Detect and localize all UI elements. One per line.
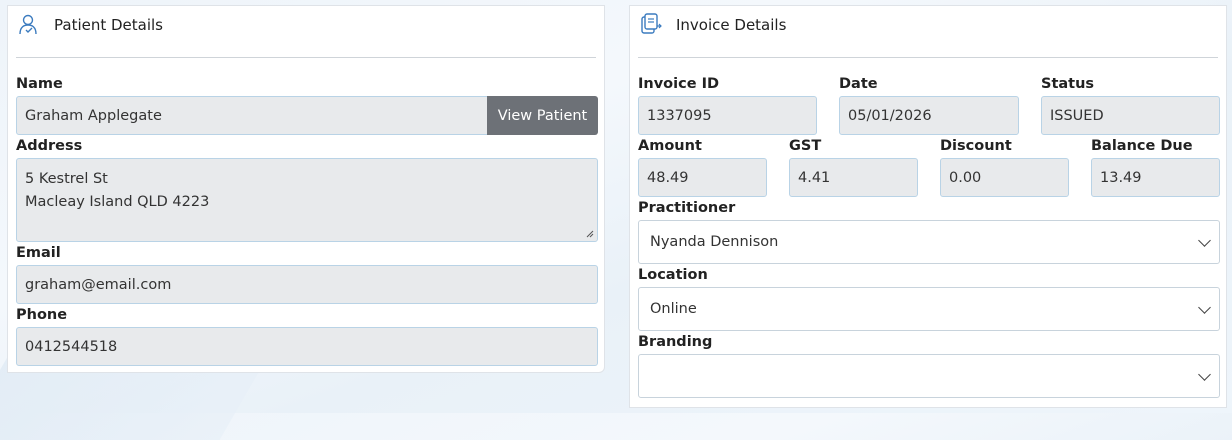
address-label: Address xyxy=(16,138,83,154)
chevron-down-icon xyxy=(1198,301,1211,314)
balance-due-field[interactable]: 13.49 xyxy=(1091,158,1220,197)
patient-details-panel: Patient Details Name Graham Applegate Vi… xyxy=(7,5,605,373)
divider xyxy=(638,57,1218,58)
email-label: Email xyxy=(16,245,61,261)
user-icon xyxy=(19,14,37,35)
resize-handle-icon[interactable] xyxy=(586,230,594,238)
patient-panel-title: Patient Details xyxy=(54,16,163,34)
practitioner-value: Nyanda Dennison xyxy=(650,234,779,250)
amount-field[interactable]: 48.49 xyxy=(638,158,767,197)
practitioner-select[interactable]: Nyanda Dennison xyxy=(638,220,1220,264)
balance-due-label: Balance Due xyxy=(1091,138,1193,154)
date-field[interactable]: 05/01/2026 xyxy=(839,96,1019,135)
address-line-1: 5 Kestrel St xyxy=(25,171,108,187)
location-label: Location xyxy=(638,267,708,283)
invoice-id-label: Invoice ID xyxy=(638,76,720,92)
practitioner-label: Practitioner xyxy=(638,200,736,216)
branding-label: Branding xyxy=(638,334,713,350)
gst-field[interactable]: 4.41 xyxy=(789,158,918,197)
gst-label: GST xyxy=(789,138,822,154)
discount-label: Discount xyxy=(940,138,1012,154)
patient-panel-header: Patient Details xyxy=(8,6,604,58)
phone-field[interactable]: 0412544518 xyxy=(16,327,598,366)
location-select[interactable]: Online xyxy=(638,287,1220,331)
status-field[interactable]: ISSUED xyxy=(1041,96,1220,135)
address-field[interactable]: 5 Kestrel St Macleay Island QLD 4223 xyxy=(16,158,598,242)
email-field[interactable]: graham@email.com xyxy=(16,265,598,304)
invoice-id-field[interactable]: 1337095 xyxy=(638,96,817,135)
phone-label: Phone xyxy=(16,307,68,323)
location-value: Online xyxy=(650,301,697,317)
date-label: Date xyxy=(839,76,878,92)
branding-select[interactable] xyxy=(638,354,1220,398)
status-label: Status xyxy=(1041,76,1095,92)
name-label: Name xyxy=(16,76,63,92)
chevron-down-icon xyxy=(1198,234,1211,247)
address-line-2: Macleay Island QLD 4223 xyxy=(25,194,210,210)
divider xyxy=(16,57,596,58)
invoice-panel-header: Invoice Details xyxy=(630,6,1226,58)
discount-field[interactable]: 0.00 xyxy=(940,158,1069,197)
invoice-details-panel: Invoice Details Invoice ID 1337095 Date … xyxy=(629,5,1227,408)
invoice-panel-title: Invoice Details xyxy=(676,16,787,34)
chevron-down-icon xyxy=(1198,368,1211,381)
name-field[interactable]: Graham Applegate xyxy=(16,96,488,135)
invoice-icon xyxy=(641,13,662,34)
amount-label: Amount xyxy=(638,138,702,154)
view-patient-button[interactable]: View Patient xyxy=(487,96,598,135)
